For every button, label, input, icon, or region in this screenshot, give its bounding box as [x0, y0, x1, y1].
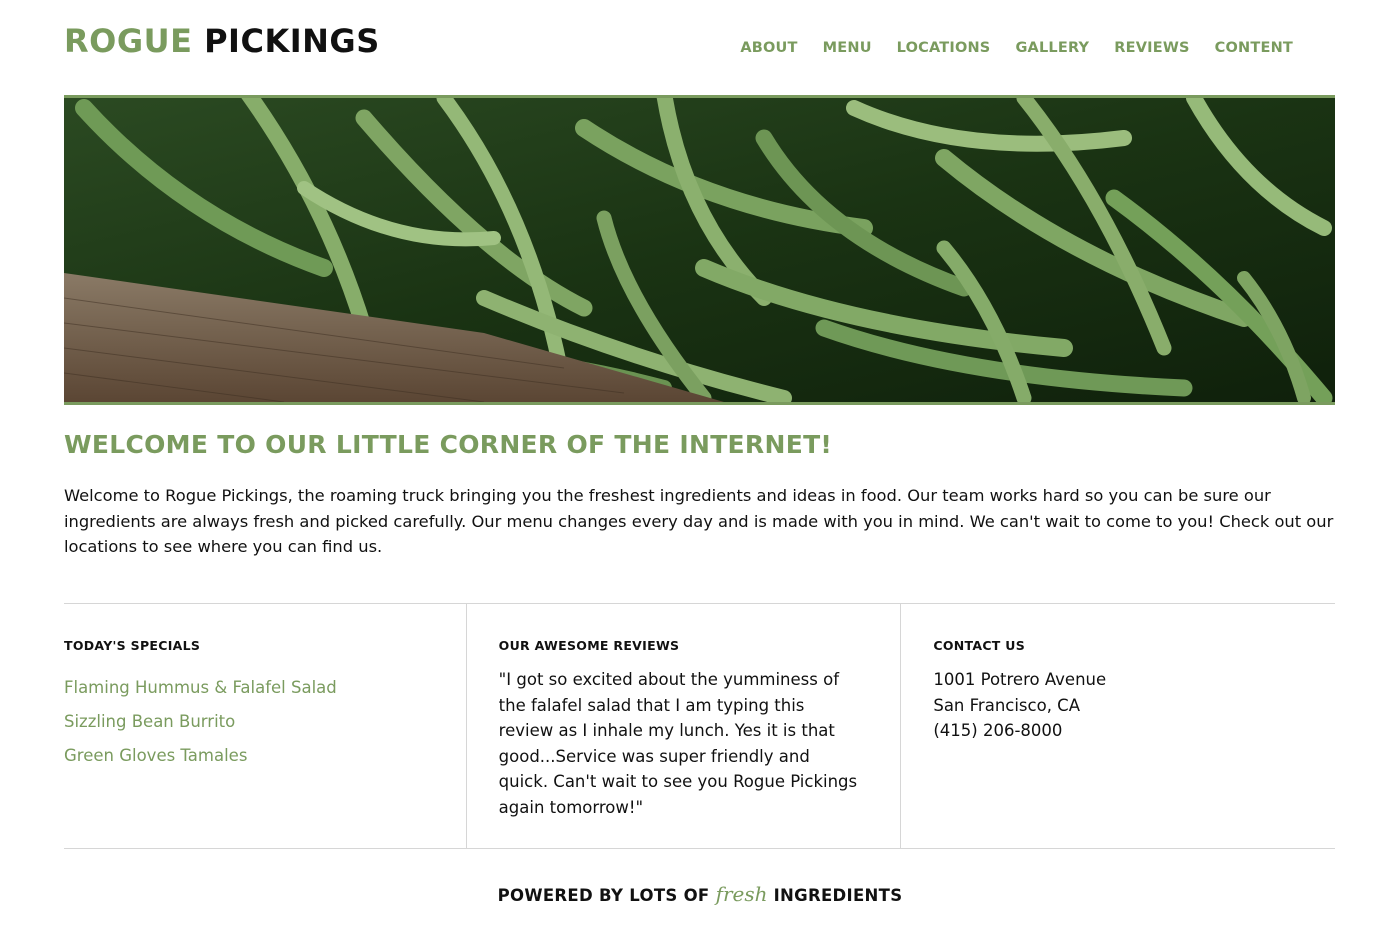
contact-address-line1: 1001 Potrero Avenue — [933, 670, 1107, 689]
nav-locations[interactable]: LOCATIONS — [897, 40, 991, 56]
main-nav: ABOUT MENU LOCATIONS GALLERY REVIEWS CON… — [740, 40, 1293, 56]
contact-column: CONTACT US 1001 Potrero Avenue San Franc… — [900, 604, 1335, 848]
site-logo[interactable]: ROGUE PICKINGS — [64, 22, 380, 60]
nav-content[interactable]: CONTENT — [1215, 40, 1293, 56]
logo-part-rogue: ROGUE — [64, 22, 193, 60]
special-item[interactable]: Flaming Hummus & Falafel Salad — [64, 671, 466, 705]
special-item[interactable]: Sizzling Bean Burrito — [64, 705, 466, 739]
footer-suffix: INGREDIENTS — [773, 886, 903, 905]
contact-address-line2: San Francisco, CA — [933, 695, 1080, 715]
green-beans-photo — [64, 98, 1335, 402]
site-header: ROGUE PICKINGS ABOUT MENU LOCATIONS GALL… — [64, 22, 1335, 82]
site-footer: POWERED BY LOTS OF fresh INGREDIENTS — [0, 882, 1400, 906]
nav-reviews[interactable]: REVIEWS — [1114, 40, 1189, 56]
nav-menu[interactable]: MENU — [823, 40, 872, 56]
logo-part-pickings: PICKINGS — [204, 22, 380, 60]
footer-prefix: POWERED BY LOTS OF — [497, 886, 710, 905]
reviews-heading: OUR AWESOME REVIEWS — [498, 638, 680, 653]
contact-heading: CONTACT US — [933, 638, 1026, 653]
reviews-column: OUR AWESOME REVIEWS "I got so excited ab… — [465, 604, 901, 848]
hero-banner-image — [64, 95, 1335, 405]
contact-details: 1001 Potrero Avenue San Francisco, CA (4… — [933, 667, 1335, 744]
welcome-paragraph: Welcome to Rogue Pickings, the roaming t… — [64, 486, 1334, 556]
specials-heading: TODAY'S SPECIALS — [64, 638, 201, 653]
nav-gallery[interactable]: GALLERY — [1015, 40, 1089, 56]
contact-phone: (415) 206-8000 — [933, 721, 1063, 740]
nav-about[interactable]: ABOUT — [740, 40, 797, 56]
specials-column: TODAY'S SPECIALS Flaming Hummus & Falafe… — [64, 604, 466, 848]
review-quote: "I got so excited about the yumminess of… — [498, 670, 858, 817]
special-item[interactable]: Green Gloves Tamales — [64, 739, 466, 773]
footer-accent-word: fresh — [715, 882, 768, 906]
info-columns: TODAY'S SPECIALS Flaming Hummus & Falafe… — [64, 603, 1335, 849]
welcome-heading: WELCOME TO OUR LITTLE CORNER OF THE INTE… — [64, 430, 833, 459]
